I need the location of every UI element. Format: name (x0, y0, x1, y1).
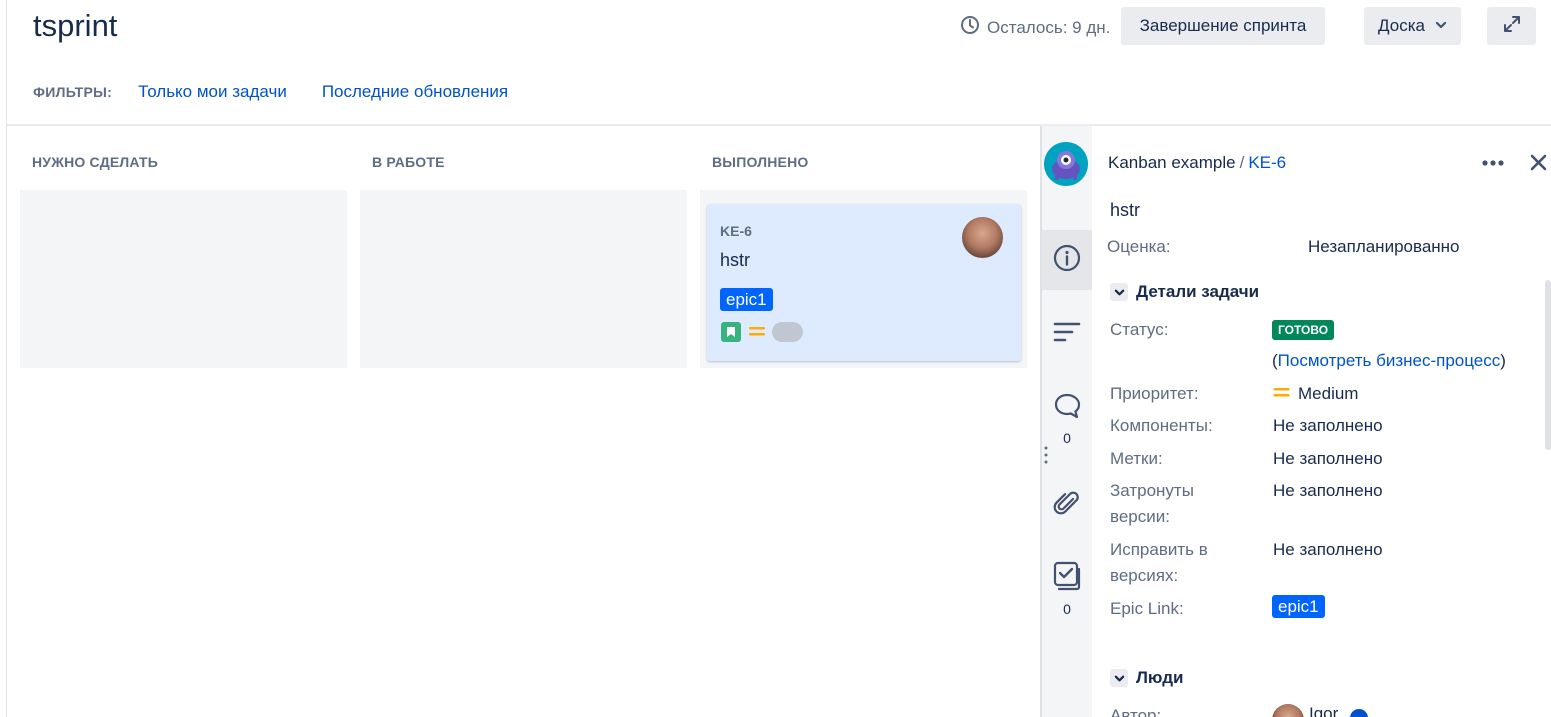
page: tsprint Осталось: 9 дн. Завершение сприн… (0, 0, 1551, 717)
author-avatar[interactable] (1272, 704, 1304, 717)
story-icon (721, 322, 741, 342)
close-icon[interactable] (1530, 154, 1547, 176)
column-header-todo: НУЖНО СДЕЛАТЬ (32, 154, 159, 170)
column-todo[interactable] (20, 190, 347, 368)
details-section-toggle[interactable]: Детали задачи (1110, 282, 1259, 302)
rail-attachments-button[interactable] (1042, 490, 1092, 523)
quick-filters: ФИЛЬТРЫ: Только мои задачи Последние обн… (33, 82, 543, 102)
priority-label: Приоритет: (1110, 384, 1199, 403)
card-epic-lozenge: epic1 (720, 288, 773, 311)
description-icon (1053, 320, 1081, 349)
details-section-title: Детали задачи (1136, 282, 1260, 301)
complete-sprint-button[interactable]: Завершение спринта (1121, 7, 1325, 45)
comment-icon (1053, 392, 1081, 425)
board-menu-label: Доска (1378, 16, 1425, 35)
affects-versions-label-line2: версии: (1110, 507, 1170, 526)
assignee-avatar[interactable] (962, 217, 1003, 258)
breadcrumb: Kanban example / KE-6 (1108, 153, 1286, 173)
people-section-toggle[interactable]: Люди (1110, 668, 1183, 688)
more-actions-icon[interactable] (1481, 153, 1505, 178)
subtasks-count: 0 (1063, 601, 1071, 617)
labels-label: Метки: (1110, 449, 1163, 468)
sprint-title: tsprint (33, 8, 118, 43)
epic-link-lozenge[interactable]: epic1 (1272, 595, 1325, 618)
people-section-title: Люди (1136, 668, 1184, 687)
filters-label: ФИЛЬТРЫ: (33, 84, 113, 100)
rail-description-button[interactable] (1042, 320, 1092, 349)
card-epic-label: epic1 (720, 288, 773, 311)
view-workflow-link[interactable]: Посмотреть бизнес-процесс (1278, 351, 1501, 370)
info-icon (1053, 244, 1081, 277)
priority-medium-icon (1273, 381, 1290, 407)
paperclip-icon (1053, 490, 1081, 523)
breadcrumb-project[interactable]: Kanban example (1108, 153, 1236, 172)
workflow-paren-close: ) (1500, 351, 1506, 370)
status-label: Статус: (1110, 320, 1169, 339)
column-header-done: ВЫПОЛНЕНО (712, 154, 809, 170)
card-summary: hstr (720, 250, 751, 270)
expand-icon (1502, 14, 1522, 39)
chevron-down-icon (1110, 669, 1128, 687)
components-value[interactable]: Не заполнено (1273, 413, 1383, 439)
labels-value[interactable]: Не заполнено (1273, 446, 1383, 472)
checklist-icon (1053, 561, 1081, 596)
estimate-badge (772, 322, 803, 342)
estimate-value: Незапланированно (1308, 237, 1460, 256)
comments-count: 0 (1063, 430, 1071, 446)
author-name[interactable]: Igor (1309, 704, 1338, 717)
components-label: Компоненты: (1110, 416, 1213, 435)
issue-summary[interactable]: hstr (1110, 200, 1140, 221)
author-label: Автор: (1110, 706, 1162, 717)
sprint-remaining: Осталось: 9 дн. (960, 15, 1110, 40)
estimate-label: Оценка: (1107, 237, 1171, 256)
fix-versions-label-line1: Исправить в (1110, 540, 1208, 559)
filter-recently-updated[interactable]: Последние обновления (322, 82, 508, 102)
left-border (6, 0, 7, 717)
clock-icon (960, 15, 980, 40)
issue-card[interactable]: KE-6 hstr epic1 (707, 204, 1021, 361)
column-in-progress[interactable] (360, 190, 687, 368)
status-badge: ГОТОВО (1272, 320, 1335, 340)
epic-link-label: Epic Link: (1110, 599, 1184, 618)
affects-versions-label-line1: Затронуты (1110, 481, 1194, 500)
fullscreen-button[interactable] (1487, 7, 1536, 45)
affects-versions-value[interactable]: Не заполнено (1273, 478, 1383, 504)
priority-text: Medium (1298, 384, 1359, 403)
chevron-down-icon (1110, 283, 1128, 301)
remaining-text: Осталось: 9 дн. (987, 17, 1111, 37)
workflow-link-wrapper: (Посмотреть бизнес-процесс) (1272, 348, 1506, 374)
card-issue-key: KE-6 (720, 223, 752, 239)
detail-rail: 0 0 (1040, 126, 1092, 717)
rail-details-button[interactable] (1042, 230, 1092, 290)
priority-value[interactable]: Medium (1273, 381, 1358, 407)
resize-handle-icon[interactable] (1044, 445, 1048, 470)
header-divider (7, 124, 1551, 126)
chevron-down-icon (1435, 16, 1447, 36)
filter-my-issues[interactable]: Только мои задачи (138, 82, 287, 102)
fix-versions-label-line2: версиях: (1110, 566, 1179, 585)
rail-comments-button[interactable] (1042, 392, 1092, 425)
fix-versions-value[interactable]: Не заполнено (1273, 537, 1383, 563)
board-menu-button[interactable]: Доска (1364, 7, 1461, 45)
detail-scrollbar[interactable] (1545, 280, 1551, 450)
rail-subtasks-button[interactable] (1042, 561, 1092, 596)
epic-link-value[interactable]: epic1 (1272, 594, 1325, 620)
column-header-in-progress: В РАБОТЕ (372, 154, 445, 170)
author-info-icon[interactable] (1350, 709, 1368, 717)
priority-medium-icon (749, 324, 765, 343)
breadcrumb-issue-key[interactable]: KE-6 (1248, 153, 1286, 172)
project-avatar (1044, 142, 1088, 186)
breadcrumb-separator: / (1239, 153, 1245, 172)
